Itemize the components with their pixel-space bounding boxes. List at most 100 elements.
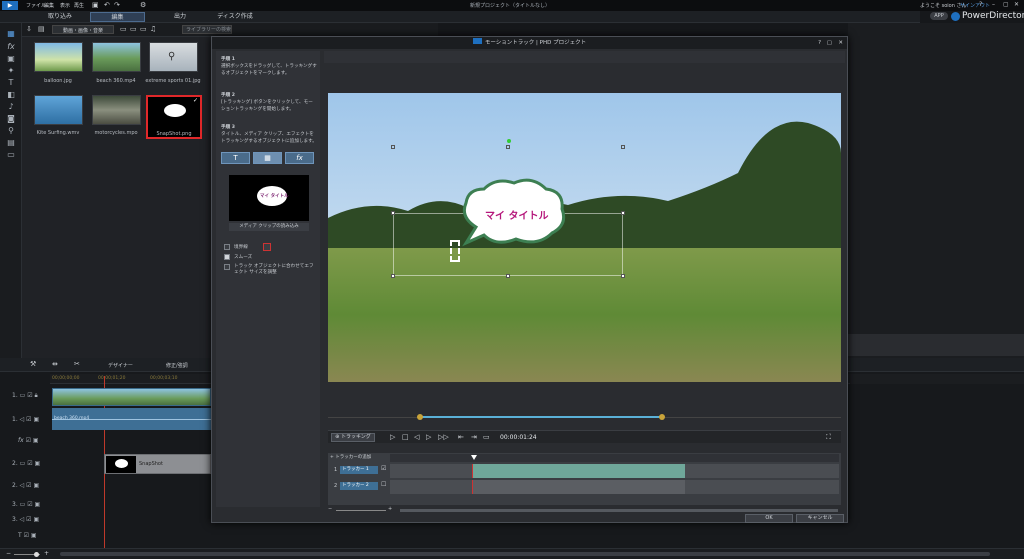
tracked-segment-2[interactable] [472,480,685,494]
bbox-handle[interactable] [391,211,395,215]
tracker-box[interactable] [450,240,460,262]
menu-edit[interactable]: 編集 [44,2,54,9]
tracker-scrollbar[interactable] [400,509,838,512]
particle-room-icon[interactable]: ✦ [6,66,16,75]
stop-icon[interactable]: □ [402,433,409,442]
audio-filter-icon[interactable]: ♫ [150,25,156,33]
fix-enhance-button[interactable]: 修正/強調 [166,362,188,369]
mark-out-icon[interactable]: ⇥ [471,433,477,442]
video-filter-icon[interactable]: ▭ [130,25,137,33]
caption-room-icon[interactable]: ▭ [6,150,16,159]
range-bar[interactable] [420,416,662,418]
tools-icon[interactable]: ⚒ [30,360,36,368]
restore-icon[interactable]: ▢ [827,37,832,49]
thumb-beach[interactable] [92,42,141,72]
search-input[interactable]: ライブラリーの検索 [182,25,232,34]
tracker-1-checkbox[interactable]: ☑ [381,465,386,472]
help-icon[interactable]: ? [979,1,982,8]
tab-edit[interactable]: 編集 [90,12,145,22]
tracked-segment[interactable] [472,464,685,478]
split-icon[interactable]: ⇹ [52,360,58,368]
snapshot-icon[interactable]: ▭ [483,433,490,442]
sign-out-link[interactable]: サインアウト [960,2,990,9]
thumb-balloon[interactable] [34,42,83,72]
range-start-handle[interactable] [417,414,423,420]
mark-in-icon[interactable]: ⇤ [458,433,464,442]
range-end-handle[interactable] [659,414,665,420]
video-clip-beach[interactable] [52,388,211,406]
outer-handle[interactable] [621,145,625,149]
close-icon[interactable]: ✕ [838,37,843,49]
close-icon[interactable]: ✕ [1014,1,1019,8]
fullscreen-icon[interactable]: ⛶ [826,433,831,442]
redo-icon[interactable]: ↷ [114,1,120,9]
title-clip-snapshot[interactable]: SnapShot [104,454,211,474]
zoom-in-icon[interactable]: + [388,506,392,512]
thumb-kite[interactable] [34,95,83,125]
undo-icon[interactable]: ↶ [104,1,110,9]
image-filter-icon[interactable]: ▭ [140,25,147,33]
designer-dropdown[interactable]: デザイナー [108,362,133,369]
tracker-1-label[interactable]: トラッカー 1 [340,466,378,474]
voice-room-icon[interactable]: ◙ [6,114,16,123]
bbox-handle[interactable] [621,211,625,215]
play-icon[interactable]: ▷ [390,433,395,442]
zoom-out-icon[interactable]: − [328,506,332,512]
boundary-checkbox[interactable] [224,244,230,250]
ok-button[interactable]: OK [745,514,793,523]
tracker-2-label[interactable]: トラッカー 2 [340,482,378,490]
fast-forward-icon[interactable]: ▷▷ [438,433,449,442]
bbox-handle[interactable] [621,274,625,278]
maximize-icon[interactable]: ▢ [1003,1,1009,8]
plugin-icon[interactable]: ▤ [38,25,45,33]
add-title-button[interactable]: T [221,152,250,164]
pip-room-icon[interactable]: ▣ [6,54,16,63]
bbox-handle[interactable] [391,274,395,278]
outer-handle[interactable] [506,145,510,149]
add-tracker-button[interactable]: + トラッカーの追加 [330,454,386,462]
cancel-button[interactable]: キャンセル [796,514,844,523]
add-media-button[interactable]: ▦ [253,152,282,164]
tab-disc[interactable]: ディスク作成 [215,12,255,22]
tracker-2-checkbox[interactable]: ☐ [381,481,386,488]
video-preview[interactable]: マイ タイトル [328,93,841,382]
import-icon[interactable]: ⇩ [26,25,32,33]
save-icon[interactable]: ▣ [92,1,99,9]
zoom-in-icon[interactable]: + [44,550,49,557]
rotate-handle[interactable] [507,139,511,143]
media-filter-dropdown[interactable]: 動画・画像・音楽 [52,25,114,34]
menu-file[interactable]: ファイル [26,2,46,9]
zoom-out-icon[interactable]: − [6,550,11,557]
thumb-moto[interactable] [92,95,141,125]
transition-room-icon[interactable]: ◧ [6,90,16,99]
media-room-icon[interactable]: ▦ [6,29,16,38]
chapter-room-icon[interactable]: ⚲ [6,126,16,135]
help-icon[interactable]: ? [818,37,821,49]
next-frame-icon[interactable]: ▷ [426,433,431,442]
outer-handle[interactable] [391,145,395,149]
prev-frame-icon[interactable]: ◁ [414,433,419,442]
menu-view[interactable]: 表示 [60,2,70,9]
tracker-zoom-slider[interactable] [336,510,386,511]
subtitle-room-icon[interactable]: ▤ [6,138,16,147]
horizontal-scrollbar[interactable] [60,552,990,556]
resize-checkbox[interactable] [224,264,230,270]
thumb-extreme[interactable]: ⚲ [149,42,198,72]
bbox-handle[interactable] [506,274,510,278]
zoom-thumb[interactable] [34,552,39,557]
tracker-playhead-icon[interactable] [471,455,477,460]
view-icon[interactable]: ▭ [120,25,127,33]
boundary-color-swatch[interactable] [263,243,271,251]
audio-clip-beach[interactable]: beach 360.mp4 [52,408,211,430]
cut-icon[interactable]: ✂ [74,360,80,368]
tab-produce[interactable]: 出力 [160,12,200,22]
menu-play[interactable]: 再生 [74,2,84,9]
audio-room-icon[interactable]: ♪ [6,102,16,111]
tab-capture[interactable]: 取り込み [40,12,80,22]
smooth-checkbox[interactable] [224,254,230,260]
import-media-button[interactable]: メディア クリップの読み込み [229,223,309,231]
title-room-icon[interactable]: T [6,78,16,87]
fx-room-icon[interactable]: fx [6,42,16,51]
gear-icon[interactable]: ⚙ [140,1,146,9]
minimize-icon[interactable]: – [992,1,995,8]
